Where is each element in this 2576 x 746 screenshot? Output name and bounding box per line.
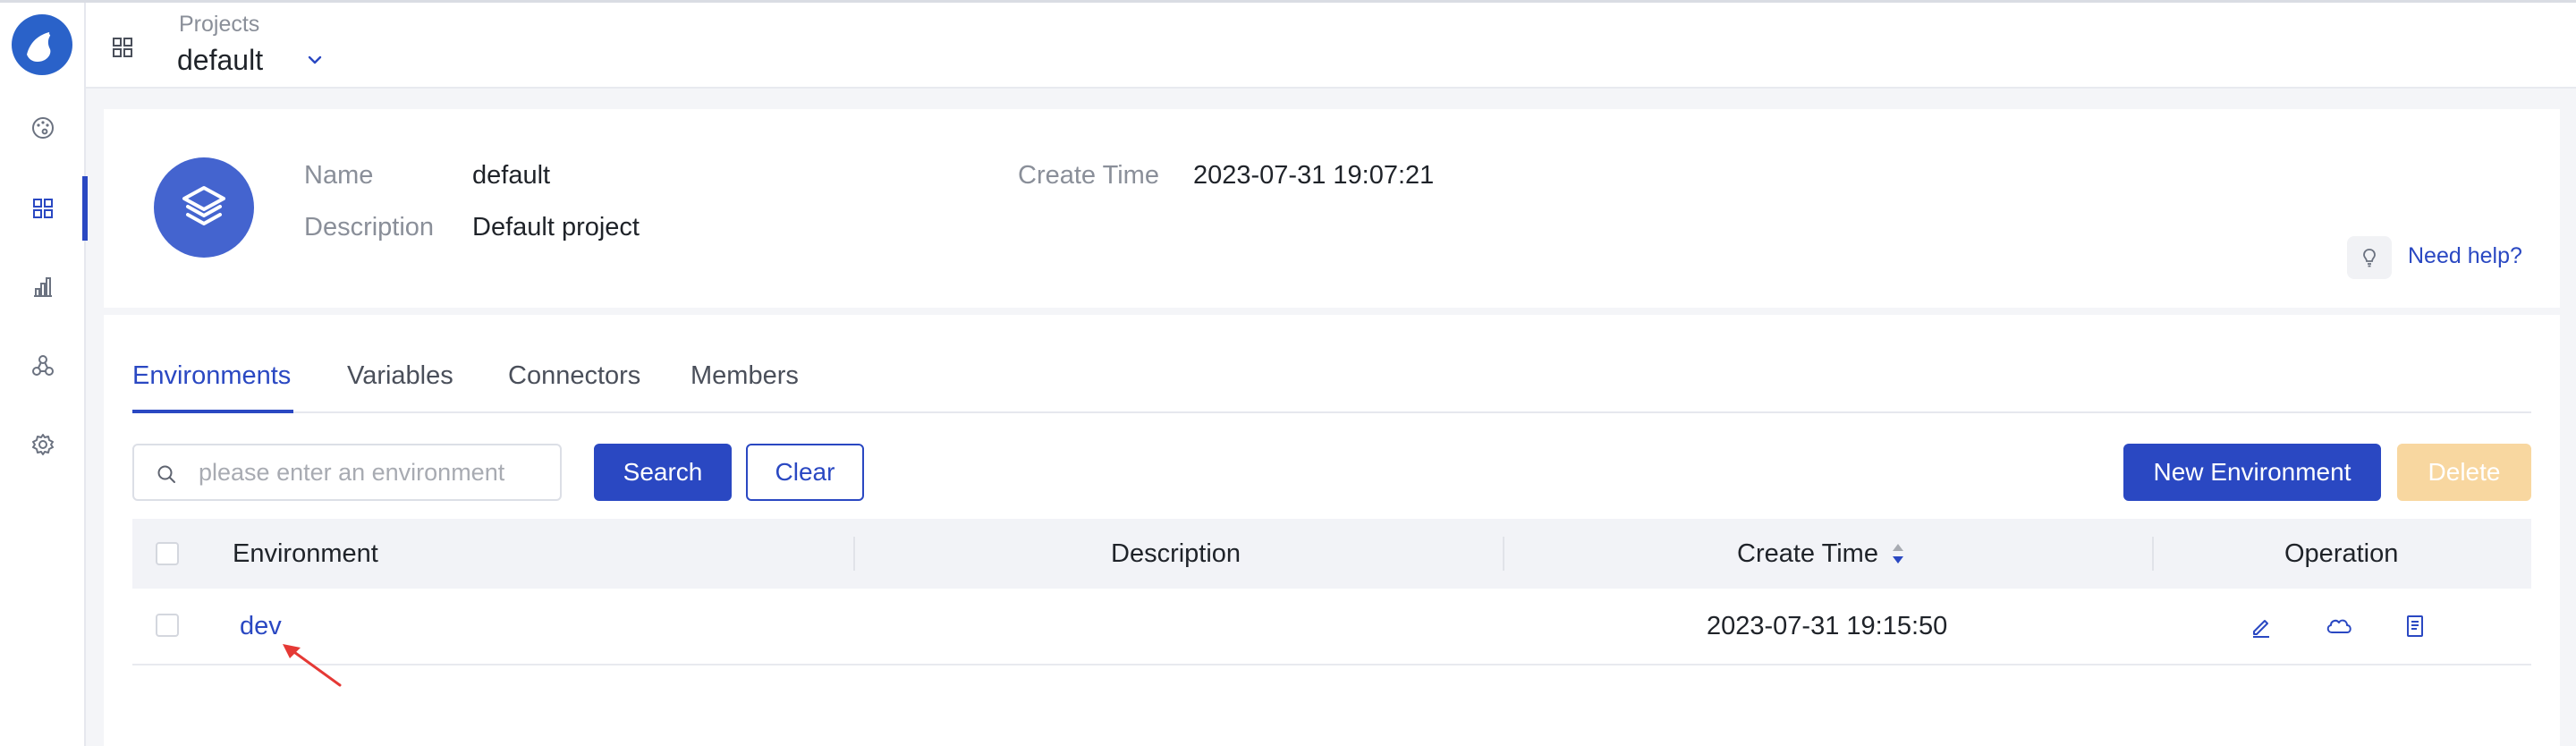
- environment-search-box[interactable]: [132, 444, 562, 501]
- column-create-time-label: Create Time: [1737, 538, 1878, 568]
- environment-link[interactable]: dev: [240, 612, 282, 641]
- tab-members[interactable]: Members: [691, 361, 799, 391]
- create-time-cell: 2023-07-31 19:15:50: [1707, 611, 1948, 640]
- tab-environments[interactable]: Environments: [132, 361, 291, 391]
- sidebar-item-dashboard[interactable]: [0, 92, 86, 164]
- environment-cell: dev: [240, 589, 282, 664]
- environments-panel: Environments Variables Connectors Member…: [104, 315, 2560, 746]
- environment-search-input[interactable]: [199, 454, 547, 490]
- search-button[interactable]: Search: [594, 444, 732, 501]
- tab-variables[interactable]: Variables: [347, 361, 453, 391]
- name-value: default: [472, 161, 551, 190]
- apps-icon[interactable]: [111, 36, 134, 59]
- sidebar-item-integrations[interactable]: [0, 330, 86, 402]
- row-checkbox[interactable]: [156, 614, 179, 637]
- delete-button[interactable]: Delete: [2397, 444, 2531, 501]
- top-header: Projects default: [86, 3, 2576, 89]
- chevron-down-icon[interactable]: [304, 49, 326, 71]
- project-info-card: Name default Description Default project…: [104, 109, 2560, 308]
- create-time-value: 2023-07-31 19:07:21: [1193, 161, 1435, 190]
- need-help-link[interactable]: Need help?: [2408, 243, 2522, 269]
- create-time-label: Create Time: [1018, 161, 1159, 190]
- annotation-arrow-icon: [283, 644, 342, 687]
- document-icon[interactable]: [2402, 614, 2428, 639]
- environments-table: Environment Description Create Time Oper…: [132, 519, 2531, 665]
- column-description: Description: [1111, 538, 1241, 568]
- column-divider: [1503, 537, 1504, 571]
- description-label: Description: [304, 213, 435, 242]
- tab-bar: Environments Variables Connectors Member…: [132, 361, 2531, 413]
- edit-icon[interactable]: [2249, 614, 2274, 639]
- select-all-checkbox[interactable]: [156, 542, 179, 565]
- project-avatar: [154, 157, 254, 258]
- app-logo[interactable]: [11, 13, 73, 76]
- lightbulb-icon: [2363, 249, 2376, 267]
- description-value: Default project: [472, 213, 640, 242]
- palette-icon: [32, 117, 54, 139]
- table-row: dev 2023-07-31 19:15:50: [132, 589, 2531, 665]
- layers-icon: [182, 186, 225, 225]
- sidebar-item-projects[interactable]: [0, 173, 88, 244]
- sidebar-item-reports[interactable]: [0, 251, 86, 323]
- column-divider: [2152, 537, 2154, 571]
- search-icon: [157, 465, 175, 483]
- tab-connectors[interactable]: Connectors: [508, 361, 640, 391]
- grid-icon: [33, 199, 53, 218]
- column-environment: Environment: [233, 538, 378, 568]
- column-divider: [853, 537, 855, 571]
- help-button[interactable]: [2347, 236, 2392, 279]
- bar-chart-icon: [34, 277, 52, 297]
- table-header: Environment Description Create Time Oper…: [132, 519, 2531, 589]
- column-create-time[interactable]: Create Time: [1737, 519, 1905, 589]
- cloud-icon[interactable]: [2324, 614, 2354, 639]
- nodes-icon: [32, 355, 54, 376]
- sidebar-item-settings[interactable]: [0, 409, 86, 480]
- project-selector-value[interactable]: default: [177, 44, 263, 77]
- projects-label: Projects: [179, 12, 260, 37]
- clear-button[interactable]: Clear: [746, 444, 864, 501]
- name-label: Name: [304, 161, 374, 190]
- sidebar: [0, 3, 88, 746]
- new-environment-button[interactable]: New Environment: [2123, 444, 2381, 501]
- sort-icon[interactable]: [1891, 541, 1905, 566]
- column-operation: Operation: [2284, 538, 2399, 568]
- active-tab-indicator: [132, 410, 293, 413]
- gear-icon: [32, 434, 54, 455]
